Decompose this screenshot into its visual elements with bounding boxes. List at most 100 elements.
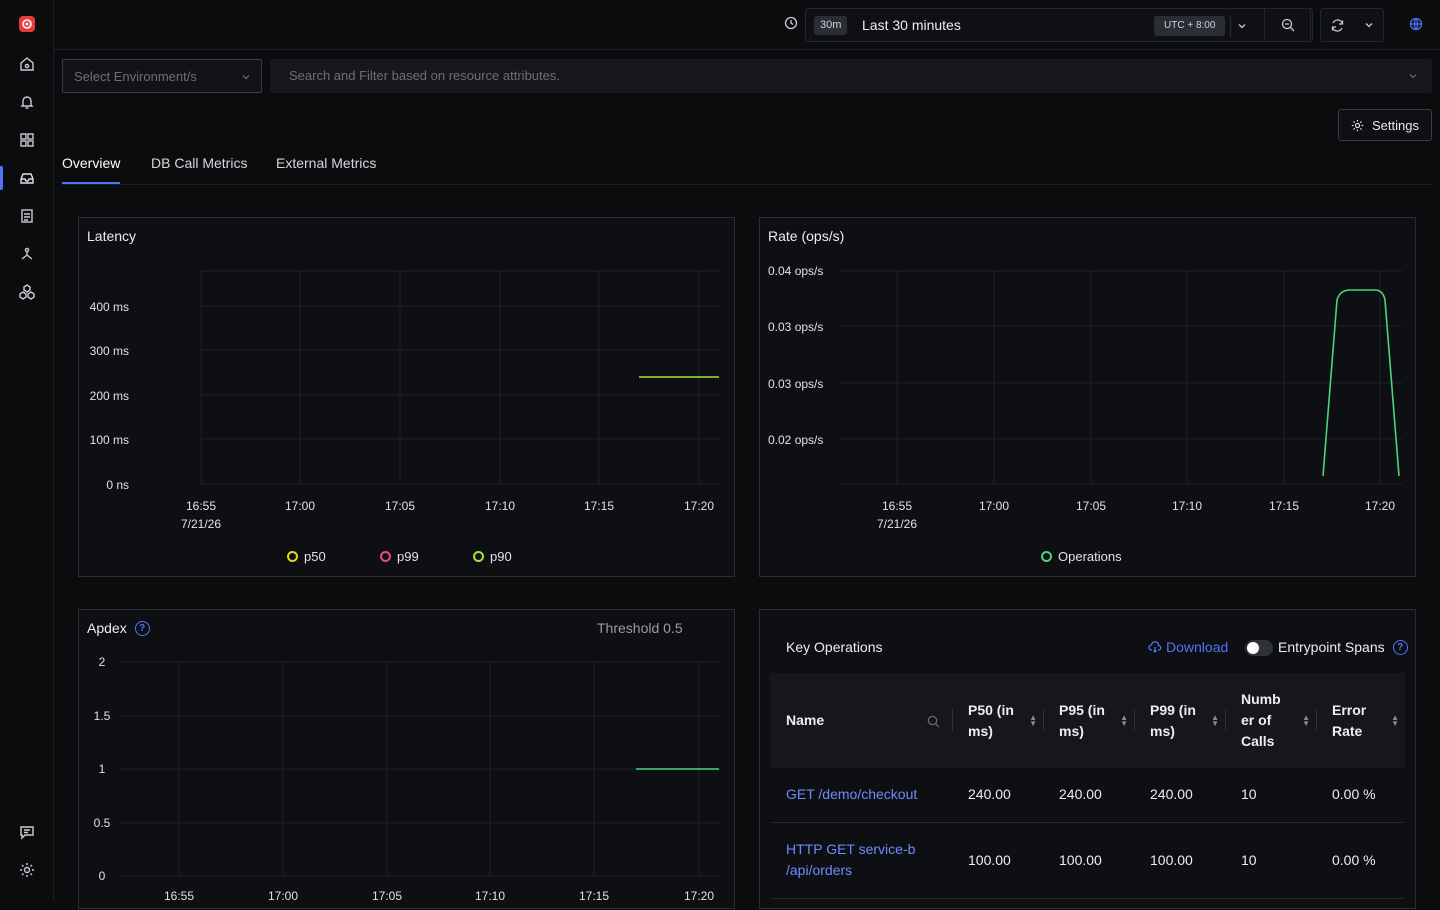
settings-gear-icon[interactable] [13,856,41,884]
p50-cell: 240.00 [952,768,1043,823]
resource-search-input[interactable]: Search and Filter based on resource attr… [270,59,1432,93]
timezone-badge[interactable]: UTC + 8:00 [1154,16,1226,36]
legend-item-p90[interactable]: p90 [473,549,512,564]
x-tick-label: 17:10 [475,889,505,903]
chevron-down-icon[interactable] [1408,69,1418,84]
legend-dot [473,551,484,562]
sort-icon[interactable]: ▲ ▼ [1029,714,1037,728]
legend-item-operations[interactable]: Operations [1041,549,1122,564]
home-icon[interactable] [13,50,41,78]
y-tick-label: 0.03 ops/s [768,320,823,334]
services-icon[interactable] [13,164,41,192]
x-tick-label: 16:55 [882,499,912,513]
zoom-out-icon [1281,18,1294,32]
sort-icon[interactable]: ▲ ▼ [1302,714,1310,728]
cloud-download-icon [1148,641,1162,653]
traces-icon[interactable] [13,240,41,268]
latency-chart[interactable]: 400 ms 300 ms 200 ms 100 ms 0 ns 16:55 7… [79,218,736,578]
x-tick-date: 7/21/26 [181,517,221,531]
operation-name-link[interactable]: GET /demo/checkout [770,768,952,823]
x-tick-label: 17:15 [579,889,609,903]
p99-cell: 100.00 [1134,822,1225,899]
logs-icon[interactable] [13,202,41,230]
refresh-icon [1332,18,1344,32]
entrypoint-toggle[interactable] [1245,640,1273,656]
sort-icon[interactable]: ▲ ▼ [1120,714,1128,728]
globe-icon[interactable] [1409,17,1423,34]
refresh-button[interactable] [1320,8,1384,42]
column-header-name[interactable]: Name [770,673,952,768]
time-range-short: 30m [814,16,848,35]
error-rate-cell: 0.00 % [1316,768,1405,823]
column-header-p99[interactable]: P99 (in ms) ▲ ▼ [1134,673,1225,768]
legend-item-p50[interactable]: p50 [287,549,326,564]
settings-label: Settings [1372,117,1419,133]
x-tick-label: 17:20 [1365,499,1395,513]
column-separator [1225,709,1226,731]
rate-chart[interactable]: 0.04 ops/s 0.03 ops/s 0.03 ops/s 0.02 op… [760,218,1417,578]
column-header-error-rate[interactable]: Error Rate ▲ ▼ [1316,673,1405,768]
legend-label: Operations [1058,549,1122,564]
legend-label: p90 [490,549,512,564]
integrations-icon[interactable] [13,278,41,306]
active-indicator [0,166,3,190]
y-tick-label: 1 [99,762,106,776]
apdex-chart[interactable]: 2 1.5 1 0.5 0 16:55 17:00 17:05 17:10 17… [79,610,736,910]
table-row[interactable]: GET /demo/checkout 240.00 240.00 240.00 … [770,768,1405,823]
column-label: Name [786,712,825,728]
dashboards-icon[interactable] [13,126,41,154]
x-tick-label: 16:55 [186,499,216,513]
column-label: P99 (in ms) [1150,701,1196,739]
x-tick-label: 17:10 [485,499,515,513]
y-tick-label: 100 ms [90,433,129,447]
settings-button[interactable]: Settings [1338,109,1432,141]
x-tick-label: 16:55 [164,889,194,903]
logo-icon[interactable] [13,10,41,38]
search-placeholder: Search and Filter based on resource attr… [289,68,560,83]
help-icon[interactable]: ? [1392,639,1408,655]
search-icon[interactable] [927,713,940,734]
chevron-down-icon[interactable] [1364,20,1374,30]
legend-item-p99[interactable]: p99 [380,549,419,564]
tab-db-call-metrics[interactable]: DB Call Metrics [151,155,247,171]
y-tick-label: 400 ms [90,300,129,314]
chevron-down-icon[interactable] [1230,15,1252,37]
column-header-p95[interactable]: P95 (in ms) ▲ ▼ [1043,673,1134,768]
x-tick-label: 17:10 [1172,499,1202,513]
calls-cell: 10 [1225,768,1316,823]
y-tick-label: 0 ns [106,478,129,492]
y-tick-label: 200 ms [90,389,129,403]
sort-icon[interactable]: ▲ ▼ [1391,714,1399,728]
x-tick-label: 17:05 [385,499,415,513]
x-tick-date: 7/21/26 [877,517,917,531]
x-tick-label: 17:20 [684,889,714,903]
download-button[interactable]: Download [1148,639,1228,655]
zoom-out-button[interactable] [1264,8,1311,42]
environment-placeholder: Select Environment/s [74,69,197,84]
table-row[interactable]: HTTP GET service-b /api/orders 100.00 10… [770,822,1405,899]
filter-row: Select Environment/s Search and Filter b… [54,50,1440,102]
tab-external-metrics[interactable]: External Metrics [276,155,376,171]
feedback-icon[interactable] [13,818,41,846]
y-tick-label: 0.02 ops/s [768,433,823,447]
column-separator [1043,709,1044,731]
operation-name-link[interactable]: HTTP GET service-b /api/orders [770,822,952,899]
apdex-panel: Apdex ? Threshold 0.5 2 1.5 1 0.5 0 16:5… [78,609,735,909]
rate-panel: Rate (ops/s) 0.04 ops/s 0.03 ops/s 0.03 … [759,217,1416,577]
y-tick-label: 1.5 [94,709,111,723]
environment-select[interactable]: Select Environment/s [62,59,262,93]
alerts-icon[interactable] [13,88,41,116]
tab-overview[interactable]: Overview [62,155,120,171]
legend-label: p50 [304,549,326,564]
legend-dot [380,551,391,562]
sort-icon[interactable]: ▲ ▼ [1211,714,1219,728]
column-header-calls[interactable]: Number of Calls ▲ ▼ [1225,673,1316,768]
time-range-label: Last 30 minutes [862,17,961,33]
time-range-picker[interactable]: 30m Last 30 minutes UTC + 8:00 [805,8,1313,42]
p95-cell: 240.00 [1043,768,1134,823]
y-tick-label: 0 [99,869,106,883]
calls-cell: 10 [1225,822,1316,899]
p99-cell: 240.00 [1134,768,1225,823]
legend-dot [287,551,298,562]
column-header-p50[interactable]: P50 (in ms) ▲ ▼ [952,673,1043,768]
